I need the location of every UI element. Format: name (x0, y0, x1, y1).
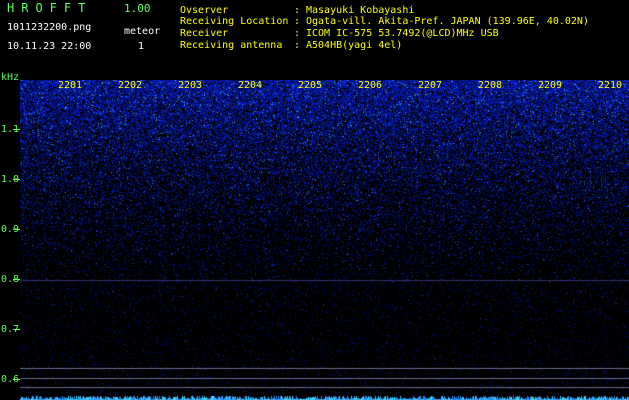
meteor-label: meteor (124, 26, 161, 37)
time-label: 2201 (58, 80, 83, 91)
time-label: 2206 (358, 80, 383, 91)
info-value-receiver: ICOM IC-575 53.7492(@LCD)MHz USB (306, 28, 499, 39)
info-key-antenna: Receiving antenna (180, 40, 283, 51)
app-version: 1.00 (124, 2, 151, 15)
freq-tick (13, 379, 20, 380)
info-separator: : (294, 16, 301, 27)
time-label: 2209 (538, 80, 563, 91)
time-label: 2207 (418, 80, 443, 91)
info-key-location: Receiving Location (180, 16, 289, 27)
hrofft-window: HROFFT 1.00 1011232200.png meteor 10.11.… (0, 0, 629, 400)
info-separator: : (294, 28, 301, 39)
file-name: 1011232200.png (7, 22, 92, 33)
time-label: 2202 (118, 80, 143, 91)
info-key-observer: Ovserver (180, 5, 229, 16)
info-separator: : (294, 5, 301, 16)
info-value-observer: Masayuki Kobayashi (306, 5, 415, 16)
freq-tick (13, 179, 20, 180)
time-label: 2210 (598, 80, 623, 91)
freq-tick (13, 329, 20, 330)
info-value-location: Ogata-vill. Akita-Pref. JAPAN (139.96E, … (306, 16, 589, 27)
time-label: 2203 (178, 80, 203, 91)
frequency-axis: kHz 1.1 1.0 0.9 0.8 0.7 0.6 (0, 72, 20, 400)
time-label: 2204 (238, 80, 263, 91)
spectrogram (20, 80, 629, 400)
time-label: 2208 (478, 80, 503, 91)
freq-tick (13, 279, 20, 280)
info-value-antenna: A504HB(yagi 4el) (306, 40, 403, 51)
meteor-count: 1 (138, 41, 145, 52)
timestamp: 10.11.23 22:00 (7, 41, 92, 52)
app-title: HROFFT (7, 1, 93, 15)
freq-tick (13, 129, 20, 130)
freq-unit-label: kHz (1, 72, 20, 83)
info-key-receiver: Receiver (180, 28, 229, 39)
info-separator: : (294, 40, 301, 51)
time-label: 2205 (298, 80, 323, 91)
spectrogram-canvas (20, 80, 629, 400)
freq-tick (13, 229, 20, 230)
